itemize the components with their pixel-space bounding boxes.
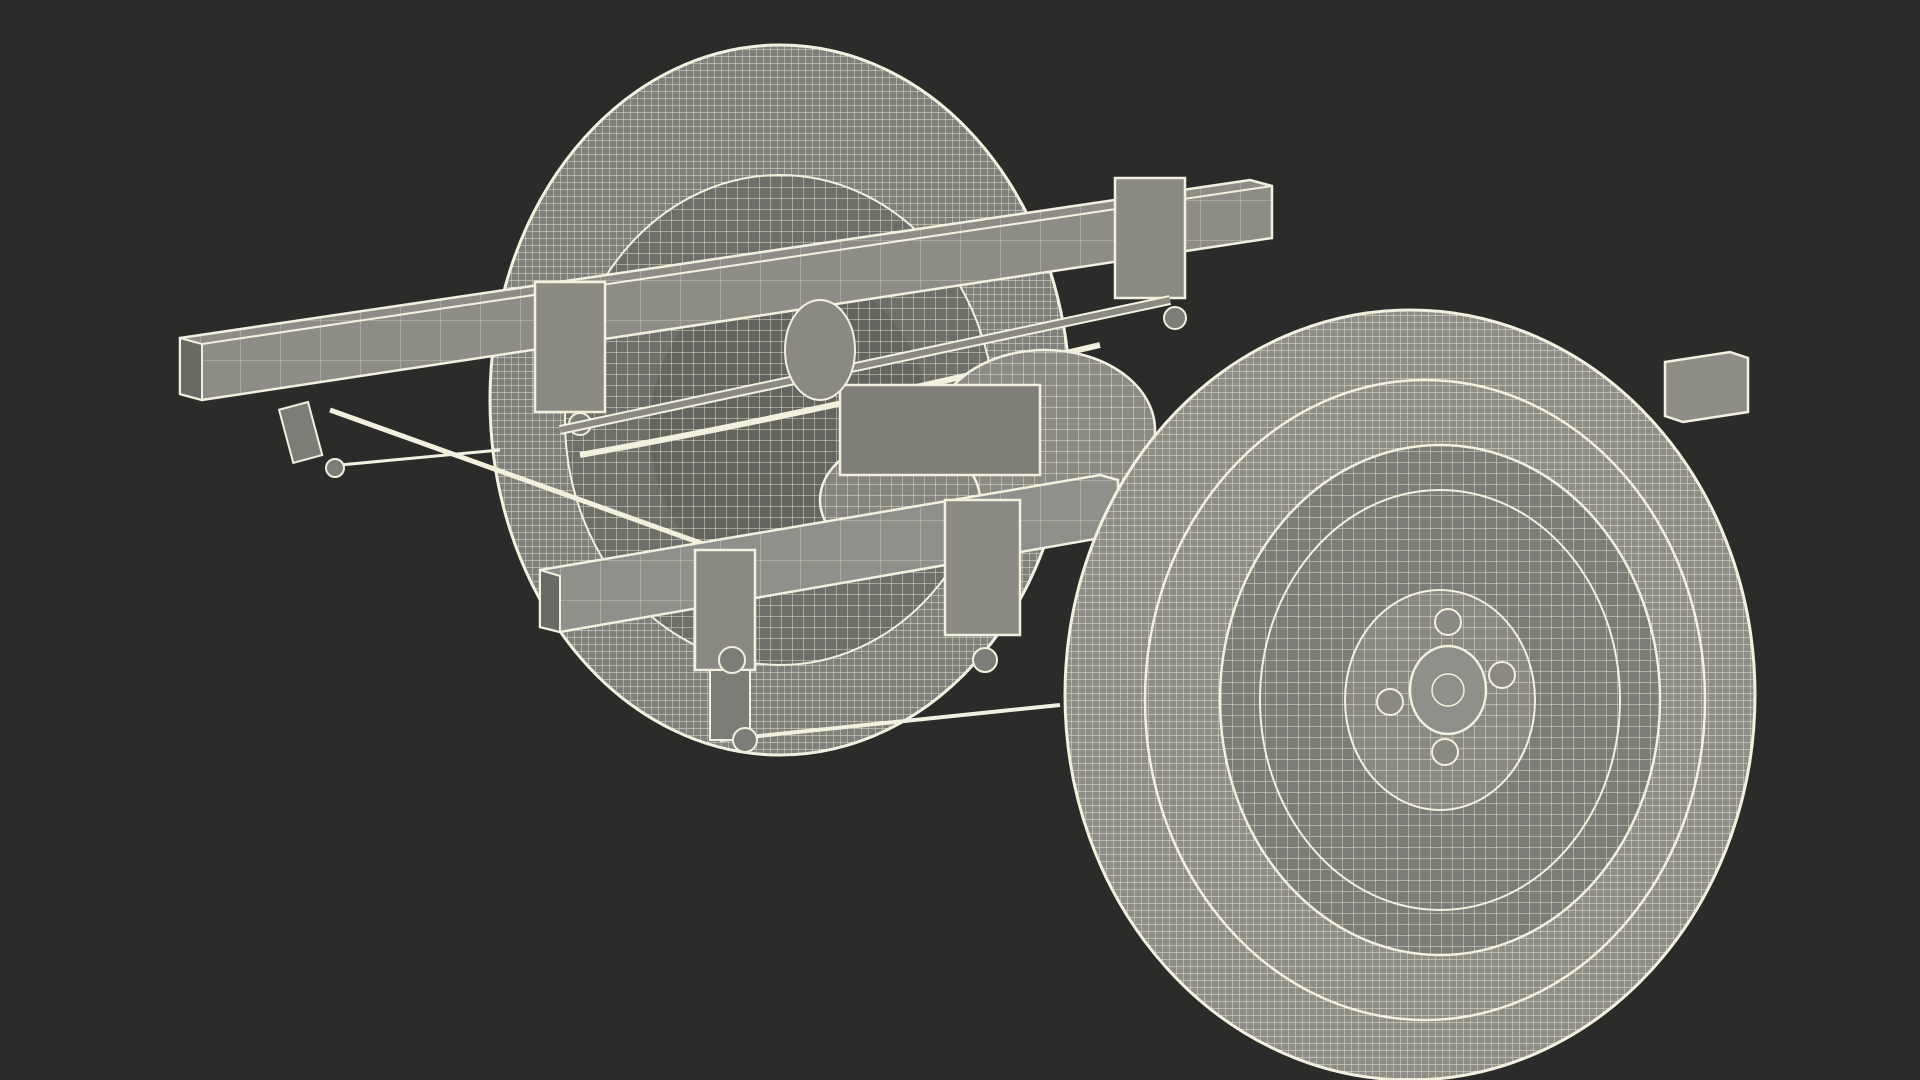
- rail-end-stub-icon: [1663, 350, 1750, 424]
- wireframe-render: [178, 43, 1757, 1080]
- render-viewport: [0, 0, 1920, 1080]
